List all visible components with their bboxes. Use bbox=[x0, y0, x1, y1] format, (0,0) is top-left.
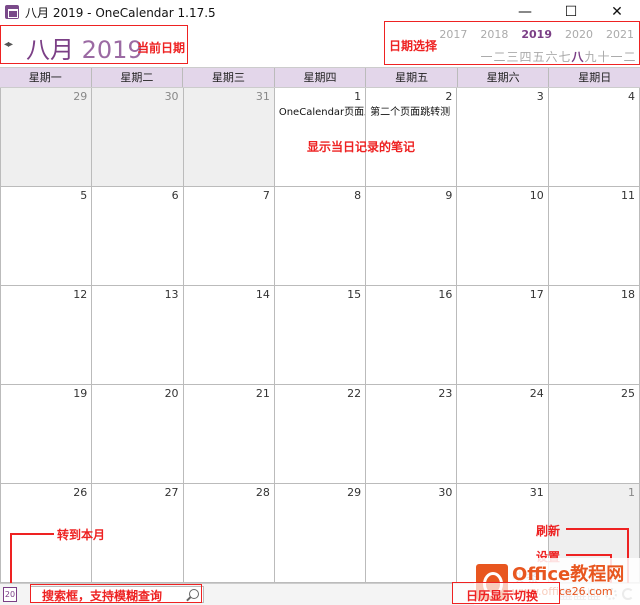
day-number: 13 bbox=[164, 288, 179, 301]
day-number: 31 bbox=[529, 486, 544, 499]
day-cell[interactable]: 8 bbox=[274, 187, 367, 286]
day-number: 21 bbox=[255, 387, 270, 400]
day-cell[interactable]: 17 bbox=[457, 286, 549, 385]
day-cell[interactable]: 28 bbox=[183, 484, 275, 583]
day-cell[interactable]: 12 bbox=[1, 286, 93, 385]
day-cell[interactable]: 11 bbox=[548, 187, 640, 286]
annotation-current-date: 当前日期 bbox=[137, 41, 186, 55]
day-number: 7 bbox=[262, 189, 270, 202]
day-cell[interactable]: 24 bbox=[457, 385, 549, 484]
day-number: 12 bbox=[73, 288, 88, 301]
annotation-line bbox=[10, 533, 12, 583]
day-number: 5 bbox=[80, 189, 88, 202]
day-note[interactable]: OneCalendar页面跳 bbox=[279, 103, 365, 118]
day-number: 1 bbox=[627, 486, 635, 499]
annotation-view-switch: 日历显示切换 bbox=[466, 589, 539, 603]
day-cell[interactable]: 7 bbox=[183, 187, 275, 286]
day-number: 9 bbox=[445, 189, 453, 202]
day-number: 4 bbox=[627, 90, 635, 103]
annotation-notes: 显示当日记录的笔记 bbox=[307, 140, 416, 154]
day-number: 24 bbox=[529, 387, 544, 400]
annotation-line bbox=[566, 528, 628, 530]
annotation-search: 搜索框，支持模糊查询 bbox=[42, 589, 163, 603]
weekday-label: 星期二 bbox=[92, 68, 184, 87]
weekday-label: 星期一 bbox=[0, 68, 92, 87]
day-number: 28 bbox=[255, 486, 270, 499]
day-number: 22 bbox=[347, 387, 362, 400]
day-cell[interactable]: 4 bbox=[548, 88, 640, 187]
annotation-date-select: 日期选择 bbox=[389, 39, 438, 53]
day-cell[interactable]: 31 bbox=[183, 88, 275, 187]
day-number: 16 bbox=[438, 288, 453, 301]
day-number: 10 bbox=[529, 189, 544, 202]
day-cell[interactable]: 30 bbox=[366, 484, 458, 583]
day-number: 6 bbox=[171, 189, 179, 202]
weekday-label: 星期日 bbox=[578, 71, 612, 84]
day-number: 11 bbox=[620, 189, 635, 202]
window-title: 八月 2019 - OneCalendar 1.17.5 bbox=[25, 5, 216, 20]
day-number: 26 bbox=[73, 486, 88, 499]
day-cell[interactable]: 20 bbox=[92, 385, 184, 484]
weekday-header: 星期一 星期二 星期三 星期四 星期五 星期六 星期日 bbox=[0, 67, 640, 88]
day-number: 19 bbox=[73, 387, 88, 400]
day-cell[interactable]: 6 bbox=[92, 187, 184, 286]
day-cell[interactable]: 27 bbox=[92, 484, 184, 583]
day-number: 2 bbox=[445, 90, 453, 103]
weekday-label: 星期四 bbox=[275, 68, 367, 87]
day-cell[interactable]: 10 bbox=[457, 187, 549, 286]
day-cell[interactable]: 19 bbox=[1, 385, 93, 484]
day-cell[interactable]: 29 bbox=[274, 484, 367, 583]
day-cell[interactable]: 21 bbox=[183, 385, 275, 484]
day-cell[interactable]: 25 bbox=[548, 385, 640, 484]
day-cell[interactable]: 3 bbox=[457, 88, 549, 187]
day-cell[interactable]: 9 bbox=[366, 187, 458, 286]
weekday-label: 星期五 bbox=[366, 68, 458, 87]
day-number: 29 bbox=[347, 486, 362, 499]
day-cell[interactable]: 14 bbox=[183, 286, 275, 385]
annotation-line bbox=[10, 533, 54, 535]
day-cell[interactable]: 13 bbox=[92, 286, 184, 385]
day-cell[interactable]: 5 bbox=[1, 187, 93, 286]
day-note[interactable]: 第二个页面跳转测 bbox=[370, 103, 450, 118]
day-number: 8 bbox=[354, 189, 362, 202]
day-number: 14 bbox=[255, 288, 270, 301]
day-cell[interactable]: 18 bbox=[548, 286, 640, 385]
day-cell[interactable]: 16 bbox=[366, 286, 458, 385]
day-number: 30 bbox=[164, 90, 179, 103]
day-number: 30 bbox=[438, 486, 453, 499]
day-cell[interactable]: 23 bbox=[366, 385, 458, 484]
day-cell[interactable]: 29 bbox=[1, 88, 93, 187]
annotation-refresh: 刷新 bbox=[536, 524, 561, 538]
goto-this-month-button[interactable]: 20 bbox=[3, 587, 17, 602]
day-number: 18 bbox=[620, 288, 635, 301]
day-number: 25 bbox=[620, 387, 635, 400]
day-number: 31 bbox=[255, 90, 270, 103]
day-number: 1 bbox=[354, 90, 362, 103]
app-calendar-icon bbox=[5, 5, 19, 19]
day-number: 17 bbox=[529, 288, 544, 301]
calendar-grid: 29 30 31 1 OneCalendar页面跳 2 第二个页面跳转测 3 4 5 6 7 8 9 10 1… bbox=[0, 88, 640, 583]
annotation-goto-month: 转到本月 bbox=[57, 528, 106, 542]
day-cell[interactable]: 22 bbox=[274, 385, 367, 484]
annotation-line bbox=[566, 554, 611, 556]
weekday-label: 星期六 bbox=[458, 68, 550, 87]
day-number: 20 bbox=[164, 387, 179, 400]
day-number: 29 bbox=[73, 90, 88, 103]
day-cell[interactable]: 30 bbox=[92, 88, 184, 187]
day-number: 23 bbox=[438, 387, 453, 400]
day-number: 27 bbox=[164, 486, 179, 499]
day-cell[interactable]: 15 bbox=[274, 286, 367, 385]
day-number: 3 bbox=[536, 90, 544, 103]
weekday-label: 星期三 bbox=[183, 68, 275, 87]
day-number: 15 bbox=[347, 288, 362, 301]
